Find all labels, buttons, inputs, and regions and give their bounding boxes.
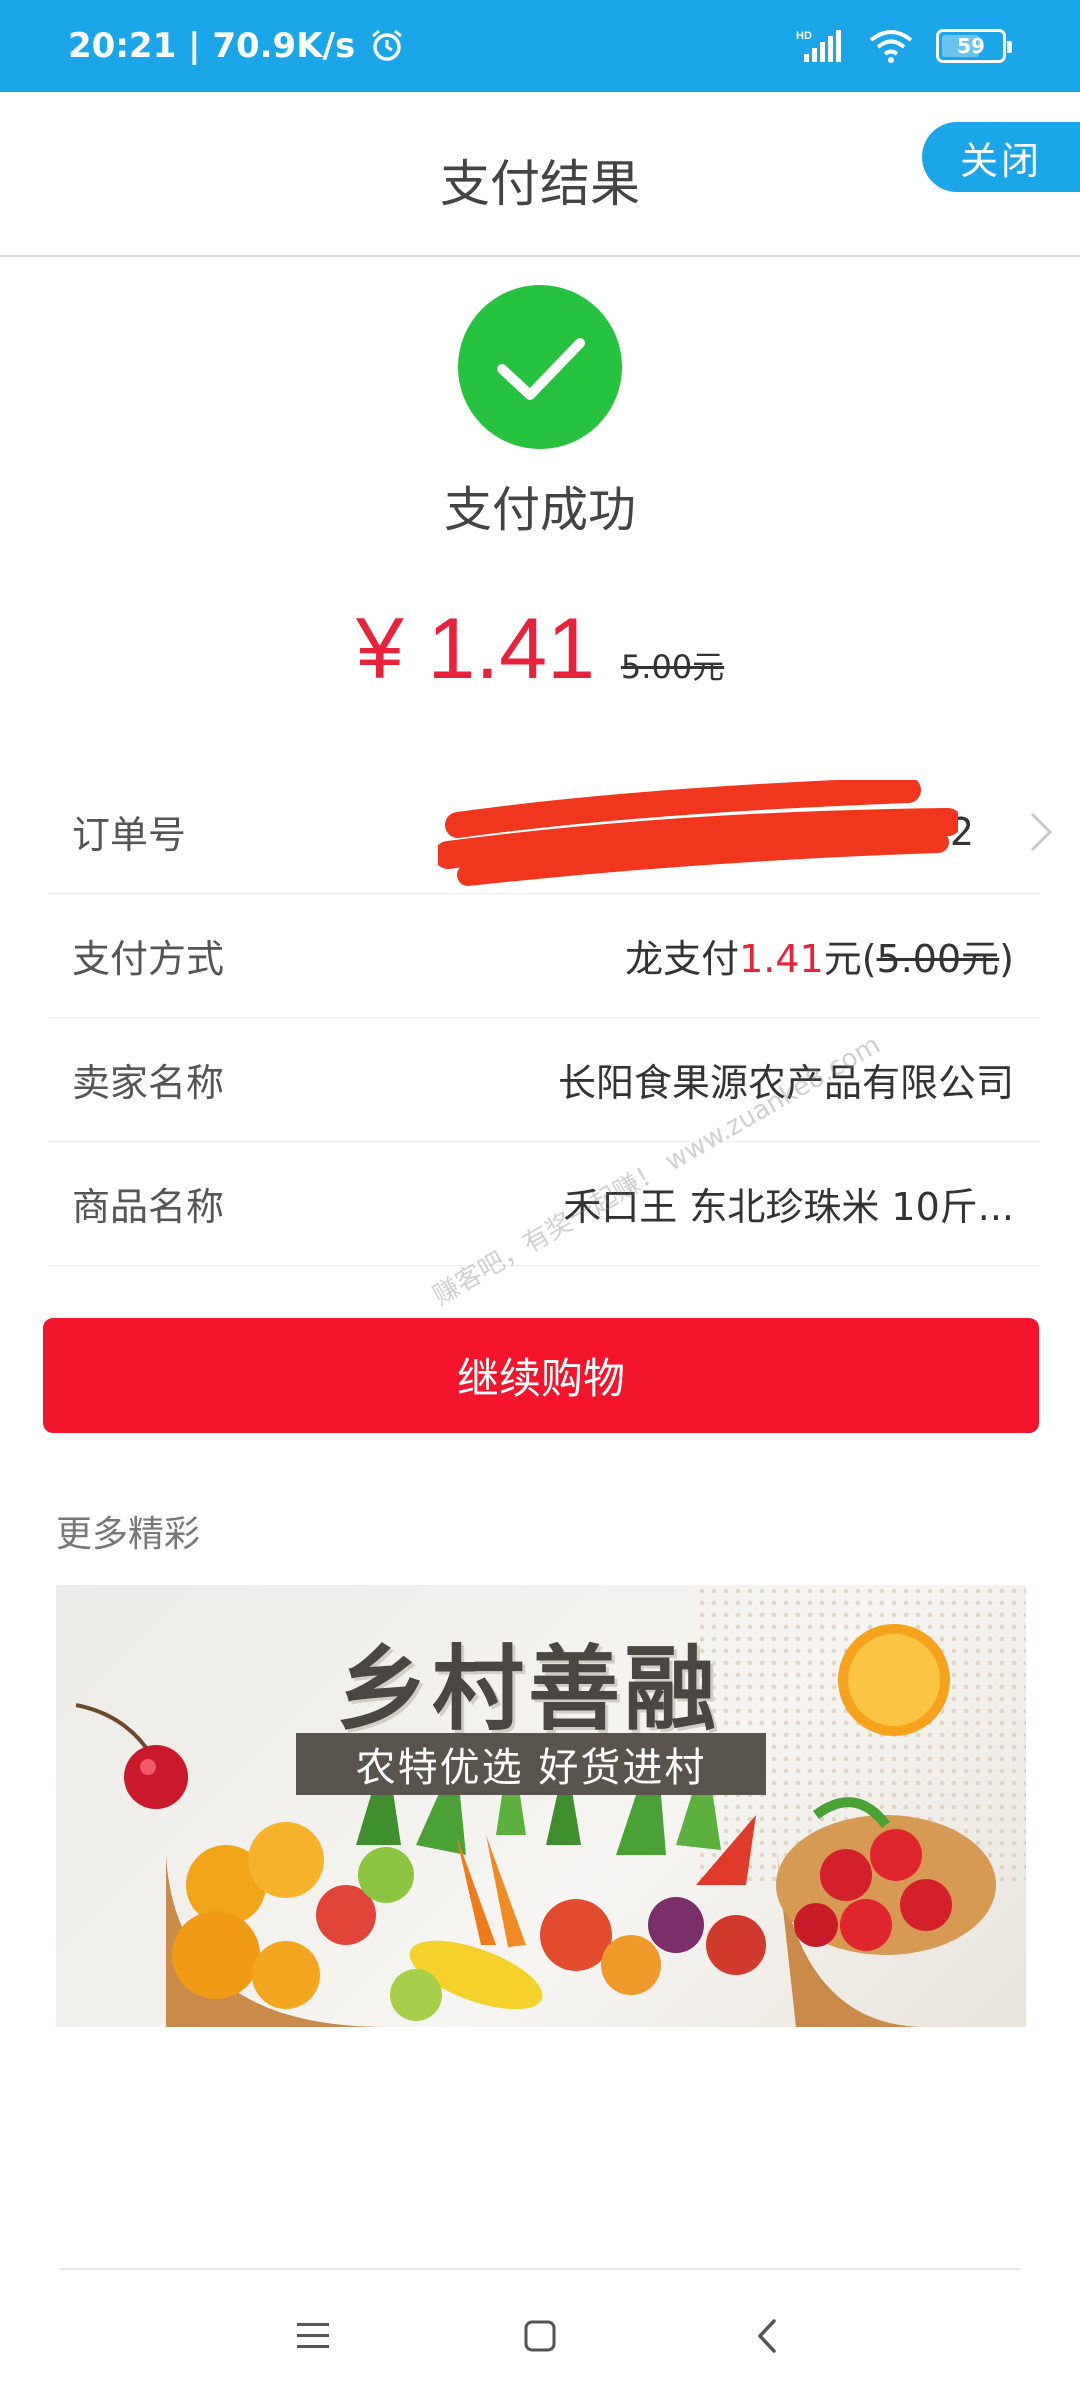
more-section-label: 更多精彩 [56,1514,201,1555]
status-right: HD 59 [796,0,1012,92]
product-label: 商品名称 [72,1185,225,1229]
paid-amount: ¥ 1.41 [355,601,595,697]
status-left: 20:21 | 70.9K/s [68,0,405,92]
seller-row: 卖家名称 长阳食果源农产品有限公司 [48,1018,1040,1142]
menu-button[interactable] [283,2306,343,2366]
nav-divider [60,2268,1020,2270]
payment-method-suffix: ) [999,937,1014,981]
payment-method-value: 龙支付1.41元(5.00元) [625,928,1014,983]
close-button[interactable]: 关闭 [922,122,1080,192]
redaction-scribble [438,780,958,886]
payment-method-row: 支付方式 龙支付1.41元(5.00元) [48,894,1040,1018]
original-amount: 5.00元 [620,648,725,686]
alarm-icon [372,29,403,61]
status-time-speed: 20:21 | 70.9K/s [68,26,356,66]
signal-icon: HD [796,30,841,62]
payment-method-label: 支付方式 [72,937,225,981]
payment-method-original: 5.00元 [876,937,1000,981]
payment-method-amount: 1.41 [739,937,824,981]
order-number-row[interactable]: 订单号 202 [48,770,1053,894]
order-number-label: 订单号 [72,813,187,857]
battery-level: 59 [957,34,985,58]
payment-method-name: 龙支付 [625,937,740,981]
chevron-right-icon [1030,812,1053,852]
seller-label: 卖家名称 [72,1061,225,1105]
amount-row: ¥ 1.41 5.00元 [0,600,1080,710]
back-button[interactable] [737,2306,797,2366]
banner-title: 乡村善融 [336,1636,721,1743]
back-arrow-icon [757,2319,776,2353]
page-title: 支付结果 [440,155,640,213]
wifi-icon [869,30,913,63]
banner-subtitle: 农特优选 好货进村 [296,1733,766,1795]
continue-shopping-button[interactable]: 继续购物 [43,1318,1039,1433]
success-check-icon [458,285,622,449]
status-bar: 20:21 | 70.9K/s HD 59 [0,0,1080,92]
promo-banner[interactable]: 乡村善融 农特优选 好货进村 [56,1585,1026,2027]
home-square-icon [524,2320,556,2352]
network-label: HD [796,30,812,42]
payment-method-unit: 元( [823,937,877,981]
system-nav-bar [0,2272,1080,2400]
battery-icon: 59 [936,29,1012,63]
home-button[interactable] [510,2306,570,2366]
order-info: 订单号 202 支付方式 龙支付1.41元(5.00元) 卖家名称 长阳食果源农… [48,770,1053,1266]
payment-status-text: 支付成功 [443,482,636,538]
menu-icon [297,2323,330,2348]
header: 支付结果 关闭 [0,92,1080,257]
